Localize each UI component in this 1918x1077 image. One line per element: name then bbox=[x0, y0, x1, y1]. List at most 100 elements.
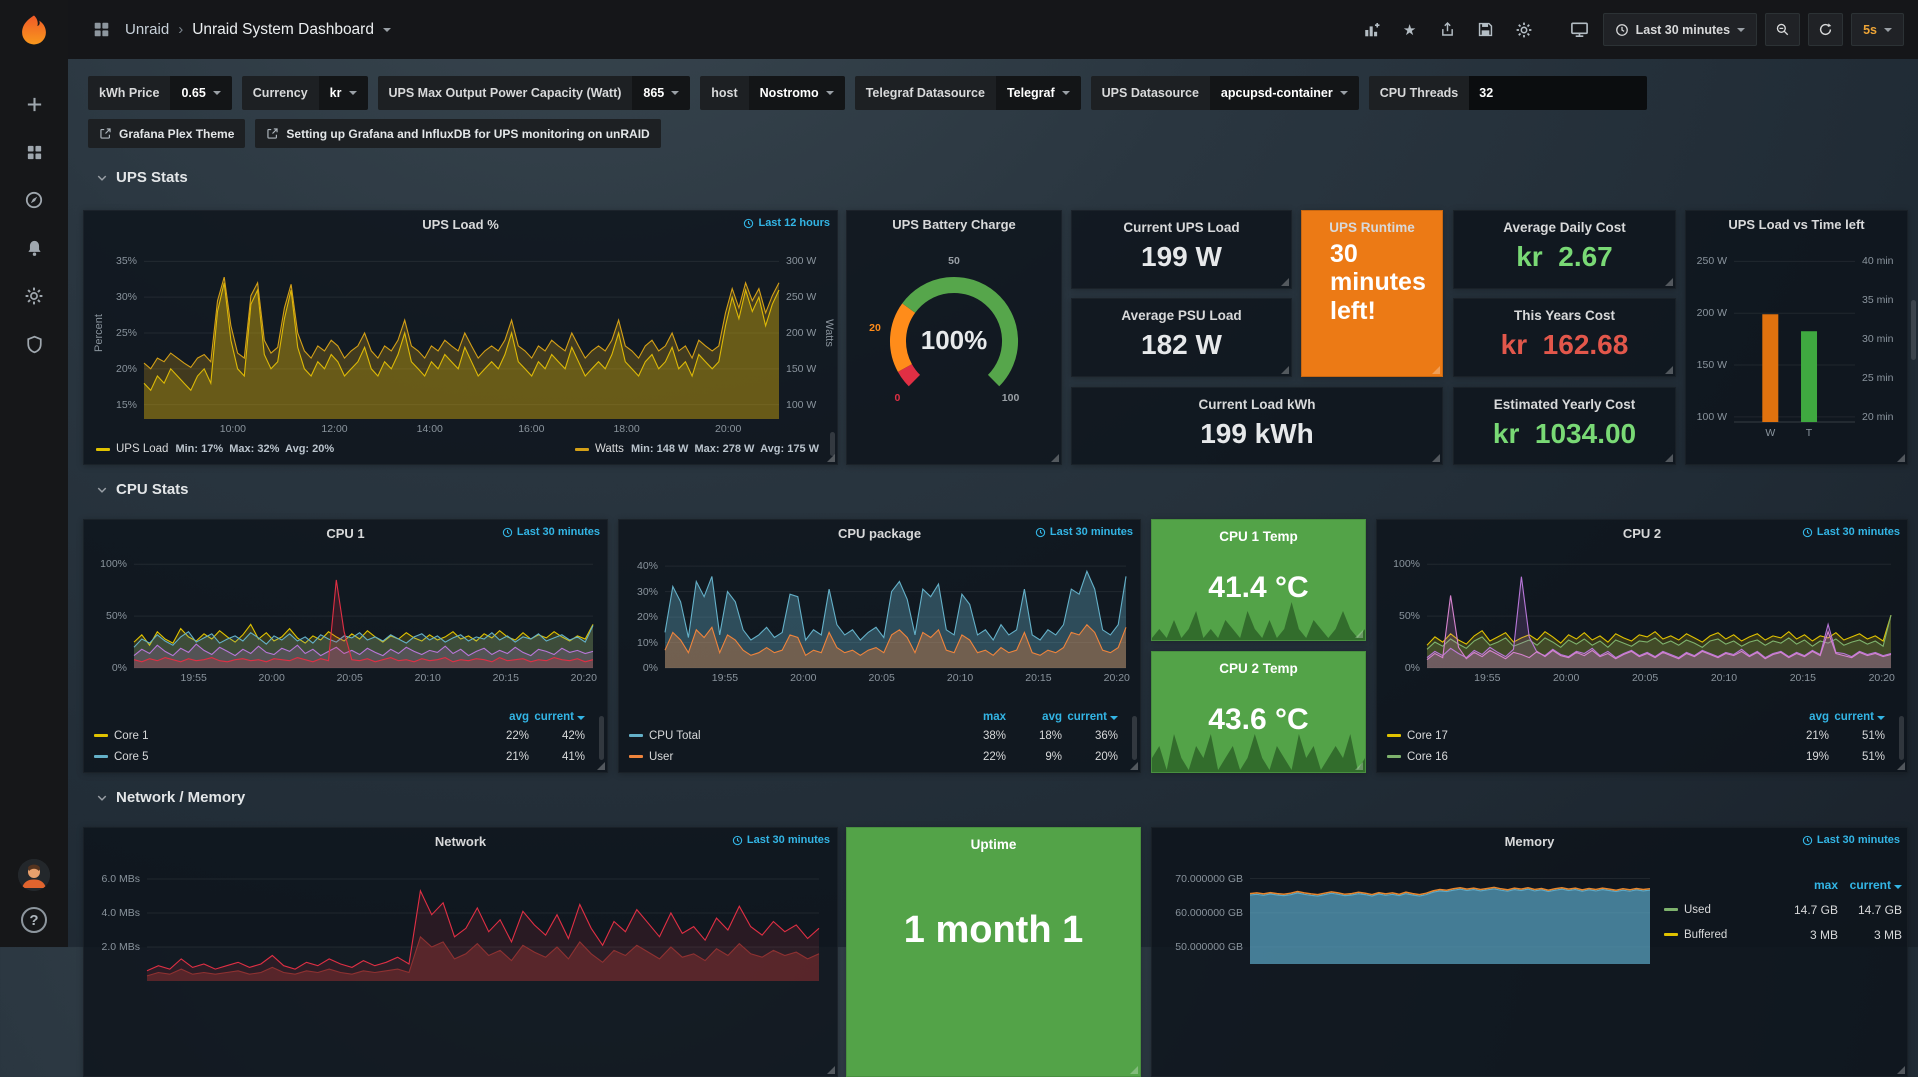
legend-column-avg[interactable]: avg bbox=[1773, 711, 1829, 723]
refresh-button[interactable] bbox=[1808, 13, 1843, 46]
server-admin-shield-icon[interactable] bbox=[12, 327, 56, 361]
stat-title[interactable]: CPU 1 Temp bbox=[1152, 527, 1365, 547]
variable-value[interactable]: Nostromo bbox=[749, 76, 845, 110]
variable-currency[interactable]: Currency kr bbox=[242, 76, 368, 110]
section-ups-stats[interactable]: UPS Stats bbox=[96, 169, 188, 186]
legend-scrollbar[interactable] bbox=[599, 716, 604, 760]
variable-value[interactable]: 865 bbox=[632, 76, 690, 110]
cpu-package-chart[interactable]: 0%10%20%30%40%19:5520:0020:0520:1020:152… bbox=[625, 548, 1136, 710]
legend-column-avg[interactable]: avg bbox=[473, 711, 529, 723]
ups-load-chart[interactable]: 15%20%25%30%35%100 W150 W200 W250 W300 W… bbox=[92, 239, 831, 439]
panel-title[interactable]: UPS Load % bbox=[84, 211, 837, 238]
page-scrollbar[interactable] bbox=[1911, 300, 1916, 360]
legend-series-stats: Min: 17% Max: 32% Avg: 20% bbox=[175, 443, 334, 455]
tv-mode-icon[interactable] bbox=[1565, 15, 1595, 45]
settings-gear-icon[interactable] bbox=[1509, 15, 1539, 45]
time-range-picker[interactable]: Last 30 minutes bbox=[1603, 13, 1757, 46]
user-avatar[interactable] bbox=[18, 859, 50, 891]
chart-canvas bbox=[1383, 548, 1903, 710]
panel-title[interactable]: Memory bbox=[1152, 828, 1907, 855]
legend-series[interactable]: Used14.7 GB14.7 GB bbox=[1664, 897, 1902, 922]
battery-gauge[interactable]: 02050100100% bbox=[854, 241, 1054, 451]
panel-time-range[interactable]: Last 30 minutes bbox=[1802, 834, 1900, 846]
panel-time-range[interactable]: Last 30 minutes bbox=[1035, 526, 1133, 538]
legend-series[interactable]: Core 1619%51% bbox=[1387, 746, 1885, 767]
stat-title[interactable]: This Years Cost bbox=[1454, 306, 1675, 326]
panel-time-range[interactable]: Last 30 minutes bbox=[502, 526, 600, 538]
configuration-gear-icon[interactable] bbox=[12, 279, 56, 313]
share-icon[interactable] bbox=[1433, 15, 1463, 45]
stat-title[interactable]: UPS Runtime bbox=[1302, 218, 1442, 238]
stat-title[interactable]: Average Daily Cost bbox=[1454, 218, 1675, 238]
cpu1-chart[interactable]: 0%50%100%19:5520:0020:0520:1020:1520:20 bbox=[90, 548, 603, 710]
variable-value[interactable]: Telegraf bbox=[996, 76, 1081, 110]
legend-scrollbar[interactable] bbox=[1899, 716, 1904, 760]
section-cpu-stats[interactable]: CPU Stats bbox=[96, 481, 189, 498]
help-icon[interactable]: ? bbox=[21, 907, 47, 933]
refresh-interval-picker[interactable]: 5s bbox=[1851, 13, 1904, 46]
legend-series[interactable]: Core 521%41% bbox=[94, 746, 585, 767]
panel-title[interactable]: UPS Load vs Time left bbox=[1686, 211, 1907, 238]
stat-title[interactable]: Estimated Yearly Cost bbox=[1454, 395, 1675, 415]
panel-title[interactable]: Network bbox=[84, 828, 837, 855]
cpu2-chart[interactable]: 0%50%100%19:5520:0020:0520:1020:1520:20 bbox=[1383, 548, 1903, 710]
section-network-memory[interactable]: Network / Memory bbox=[96, 789, 245, 806]
save-icon[interactable] bbox=[1471, 15, 1501, 45]
stat-title[interactable]: Current UPS Load bbox=[1072, 218, 1291, 238]
legend-series[interactable]: CPU Total38%18%36% bbox=[629, 725, 1118, 746]
breadcrumb-dashboard-title[interactable]: Unraid System Dashboard bbox=[192, 21, 374, 39]
legend-column-max[interactable]: max bbox=[950, 711, 1006, 723]
legend-column-current[interactable]: current bbox=[1829, 711, 1885, 723]
legend-scrollbar[interactable] bbox=[830, 432, 835, 456]
variable-value[interactable]: apcupsd-container bbox=[1210, 76, 1359, 110]
link-ups-monitoring-guide[interactable]: Setting up Grafana and InfluxDB for UPS … bbox=[255, 119, 660, 148]
memory-chart[interactable]: 50.000000 GB60.000000 GB70.000000 GB bbox=[1158, 856, 1658, 988]
dashboards-icon[interactable] bbox=[12, 135, 56, 169]
variable-cpu-threads[interactable]: CPU Threads bbox=[1369, 76, 1648, 110]
variable-telegraf-datasource[interactable]: Telegraf Datasource Telegraf bbox=[855, 76, 1081, 110]
panel-time-range[interactable]: Last 30 minutes bbox=[1802, 526, 1900, 538]
cpu-threads-input[interactable] bbox=[1469, 76, 1647, 110]
breadcrumb-folder[interactable]: Unraid bbox=[125, 21, 169, 38]
star-icon[interactable]: ★ bbox=[1395, 15, 1425, 45]
dashboard-grid-icon[interactable] bbox=[86, 15, 116, 45]
legend-column-max[interactable]: max bbox=[1774, 878, 1838, 892]
legend-series[interactable]: Core 1721%51% bbox=[1387, 725, 1885, 746]
explore-icon[interactable] bbox=[12, 183, 56, 217]
variable-value[interactable]: kr bbox=[319, 76, 368, 110]
zoom-out-button[interactable] bbox=[1765, 13, 1800, 46]
network-chart[interactable]: 2.0 MBs4.0 MBs6.0 MBs bbox=[90, 856, 833, 1006]
legend-column-current[interactable]: current bbox=[1062, 711, 1118, 723]
panel-time-range[interactable]: Last 12 hours bbox=[743, 217, 830, 229]
stat-title[interactable]: Uptime bbox=[847, 835, 1140, 855]
variable-ups-datasource[interactable]: UPS Datasource apcupsd-container bbox=[1091, 76, 1359, 110]
alerting-bell-icon[interactable] bbox=[12, 231, 56, 265]
variable-ups-max-output[interactable]: UPS Max Output Power Capacity (Watt) 865 bbox=[378, 76, 691, 110]
grafana-logo-icon[interactable] bbox=[0, 0, 68, 59]
legend-series[interactable]: WattsMin: 148 W Max: 278 W Avg: 175 W bbox=[575, 443, 819, 455]
chevron-down-icon bbox=[96, 484, 108, 496]
dashboard-dropdown-caret-icon[interactable] bbox=[383, 28, 391, 32]
variable-host[interactable]: host Nostromo bbox=[700, 76, 844, 110]
legend-column-avg[interactable]: avg bbox=[1006, 711, 1062, 723]
create-icon[interactable] bbox=[12, 87, 56, 121]
legend-series[interactable]: UPS LoadMin: 17% Max: 32% Avg: 20% bbox=[96, 443, 334, 455]
link-grafana-plex-theme[interactable]: Grafana Plex Theme bbox=[88, 119, 245, 148]
variable-value[interactable]: 0.65 bbox=[170, 76, 231, 110]
sort-caret-icon bbox=[1894, 885, 1902, 889]
stat-title[interactable]: Current Load kWh bbox=[1072, 395, 1442, 415]
legend-column-current[interactable]: current bbox=[1838, 878, 1902, 892]
stat-value: kr 2.67 bbox=[1454, 241, 1675, 273]
panel-title[interactable]: UPS Battery Charge bbox=[847, 211, 1061, 238]
stat-title[interactable]: Average PSU Load bbox=[1072, 306, 1291, 326]
stat-title[interactable]: CPU 2 Temp bbox=[1152, 659, 1365, 679]
legend-column-current[interactable]: current bbox=[529, 711, 585, 723]
legend-series[interactable]: Core 122%42% bbox=[94, 725, 585, 746]
ups-load-vs-time-chart[interactable]: 100 W150 W200 W250 W20 min25 min30 min35… bbox=[1690, 239, 1905, 444]
variable-kwh-price[interactable]: kWh Price 0.65 bbox=[88, 76, 232, 110]
legend-series[interactable]: User22%9%20% bbox=[629, 746, 1118, 767]
legend-series[interactable]: Buffered3 MB3 MB bbox=[1664, 922, 1902, 947]
add-panel-icon[interactable] bbox=[1357, 15, 1387, 45]
legend-scrollbar[interactable] bbox=[1132, 716, 1137, 760]
panel-time-range[interactable]: Last 30 minutes bbox=[732, 834, 830, 846]
